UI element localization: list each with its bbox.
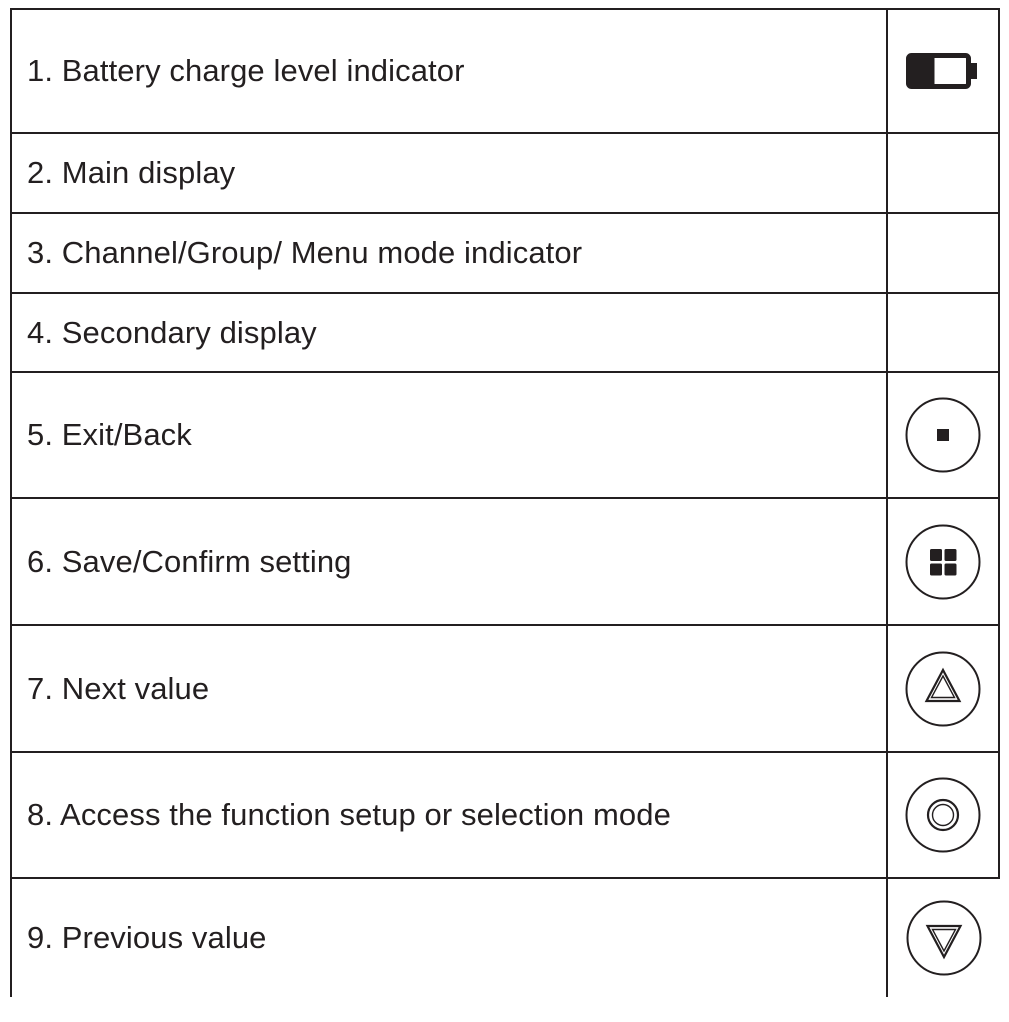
legend-row-previous-value: 9. Previous value [10, 879, 1000, 997]
legend-icon-cell [888, 214, 1000, 292]
save-confirm-button-icon [905, 524, 981, 599]
legend-icon-cell [888, 294, 1000, 371]
legend-label: 2. Main display [10, 134, 888, 212]
legend-label: 7. Next value [10, 626, 888, 751]
exit-back-button-icon [905, 397, 981, 473]
legend-row-battery: 1. Battery charge level indicator [10, 10, 1000, 134]
legend-label: 4. Secondary display [10, 294, 888, 371]
legend-icon-cell [888, 753, 1000, 877]
legend-icon-cell [888, 134, 1000, 212]
legend-icon-cell [888, 879, 1000, 997]
legend-row-secondary-display: 4. Secondary display [10, 294, 1000, 373]
legend-label: 6. Save/Confirm setting [10, 499, 888, 624]
legend-label: 9. Previous value [10, 879, 888, 997]
legend-row-function-setup: 8. Access the function setup or selectio… [10, 753, 1000, 879]
function-setup-button-icon [905, 777, 981, 853]
legend-label: 1. Battery charge level indicator [10, 10, 888, 132]
next-value-button-icon [905, 651, 981, 726]
legend-row-next-value: 7. Next value [10, 626, 1000, 753]
legend-icon-cell [888, 499, 1000, 624]
battery-icon [906, 53, 977, 89]
legend-row-mode-indicator: 3. Channel/Group/ Menu mode indicator [10, 214, 1000, 294]
legend-label: 3. Channel/Group/ Menu mode indicator [10, 214, 888, 292]
legend-icon-cell [888, 10, 1000, 132]
legend-row-exit-back: 5. Exit/Back [10, 373, 1000, 499]
previous-value-button-icon [906, 900, 982, 976]
legend-icon-cell [888, 373, 1000, 497]
legend-row-main-display: 2. Main display [10, 134, 1000, 214]
legend-label: 8. Access the function setup or selectio… [10, 753, 888, 877]
legend-row-save-confirm: 6. Save/Confirm setting [10, 499, 1000, 626]
legend-icon-cell [888, 626, 1000, 751]
legend-label: 5. Exit/Back [10, 373, 888, 497]
legend-table: 1. Battery charge level indicator 2. Mai… [10, 8, 1000, 997]
